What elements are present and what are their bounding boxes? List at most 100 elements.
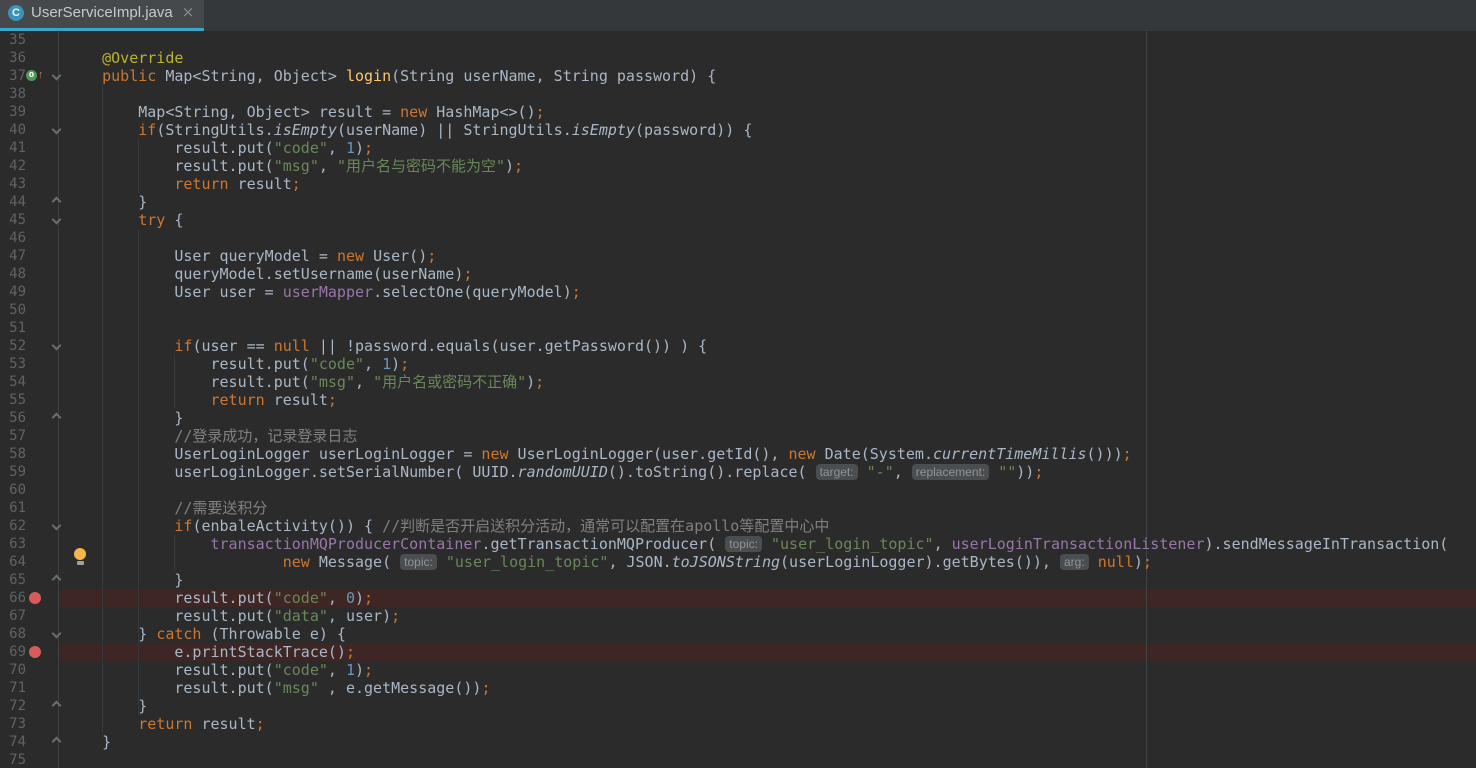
line-number[interactable]: 73 [0,715,26,733]
line-number[interactable]: 75 [0,751,26,768]
code-line[interactable]: if(enbaleActivity()) { //判断是否开启送积分活动，通常可… [66,517,829,535]
fold-end-icon[interactable] [51,574,62,585]
code-line[interactable]: transactionMQProducerContainer.getTransa… [66,535,1449,553]
line-number[interactable]: 41 [0,139,26,157]
tab-userserviceimpl-java[interactable]: C UserServiceImpl.java × [0,0,205,31]
line-number[interactable]: 42 [0,157,26,175]
line-number[interactable]: 44 [0,193,26,211]
code-line[interactable]: User user = userMapper.selectOne(queryMo… [66,283,580,301]
code-line[interactable]: userLoginLogger.setSerialNumber( UUID.ra… [66,463,1043,481]
code-token: result.put( [66,661,274,679]
line-number[interactable]: 67 [0,607,26,625]
line-number[interactable]: 45 [0,211,26,229]
line-number[interactable]: 63 [0,535,26,553]
line-number[interactable]: 68 [0,625,26,643]
line-number[interactable]: 53 [0,355,26,373]
code-line[interactable]: } [66,193,147,211]
code-token: new [400,103,437,121]
line-number[interactable]: 51 [0,319,26,337]
code-line[interactable]: public Map<String, Object> login(String … [66,67,716,85]
code-line[interactable]: try { [66,211,183,229]
line-number[interactable]: 38 [0,85,26,103]
breakpoint-icon[interactable] [29,592,41,604]
fold-expanded-icon[interactable] [51,124,62,135]
line-number[interactable]: 49 [0,283,26,301]
line-number[interactable]: 64 [0,553,26,571]
line-number[interactable]: 66 [0,589,26,607]
line-number[interactable]: 39 [0,103,26,121]
line-number[interactable]: 52 [0,337,26,355]
code-token: "msg" [309,373,355,391]
code-line[interactable]: result.put("data", user); [66,607,400,625]
fold-expanded-icon[interactable] [51,70,62,81]
code-line[interactable]: } catch (Throwable e) { [66,625,346,643]
code-line[interactable]: if(user == null || !password.equals(user… [66,337,707,355]
code-line[interactable]: return result; [66,391,337,409]
code-line[interactable]: result.put("code", 1); [66,661,373,679]
code-line[interactable]: new Message( topic: "user_login_topic", … [66,553,1152,571]
code-editor[interactable]: https://blog.csdn.net/prestigeding 3536 … [0,31,1476,768]
fold-expanded-icon[interactable] [51,628,62,639]
line-number[interactable]: 54 [0,373,26,391]
code-line[interactable]: return result; [66,175,300,193]
line-number[interactable]: 50 [0,301,26,319]
code-token: result.put( [66,589,274,607]
code-token: (user == [192,337,274,355]
code-line[interactable]: } [66,733,111,751]
line-number[interactable]: 35 [0,31,26,49]
code-line[interactable]: //登录成功，记录登录日志 [66,427,357,445]
code-line[interactable]: //需要送积分 [66,499,267,517]
code-line[interactable]: result.put("code", 0); [66,589,373,607]
line-number[interactable]: 37 [0,67,26,85]
fold-end-icon[interactable] [51,700,62,711]
code-line[interactable]: queryModel.setUsername(userName); [66,265,472,283]
code-line[interactable]: result.put("code", 1); [66,355,409,373]
line-number[interactable]: 46 [0,229,26,247]
line-number[interactable]: 56 [0,409,26,427]
line-number[interactable]: 59 [0,463,26,481]
line-number[interactable]: 74 [0,733,26,751]
override-method-icon[interactable]: o ↑ [26,70,44,82]
line-number[interactable]: 58 [0,445,26,463]
line-number[interactable]: 65 [0,571,26,589]
code-line[interactable]: if(StringUtils.isEmpty(userName) || Stri… [66,121,752,139]
fold-expanded-icon[interactable] [51,214,62,225]
line-number[interactable]: 70 [0,661,26,679]
code-line[interactable]: result.put("msg" , e.getMessage()); [66,679,490,697]
code-line[interactable]: result.put("msg", "用户名与密码不能为空"); [66,157,523,175]
line-number[interactable]: 72 [0,697,26,715]
code-line[interactable]: e.printStackTrace(); [66,643,355,661]
line-number[interactable]: 43 [0,175,26,193]
line-number[interactable]: 62 [0,517,26,535]
fold-expanded-icon[interactable] [51,520,62,531]
line-number[interactable]: 36 [0,49,26,67]
code-token: (userName) || StringUtils. [336,121,572,139]
line-number[interactable]: 57 [0,427,26,445]
line-number[interactable]: 47 [0,247,26,265]
code-line[interactable]: UserLoginLogger userLoginLogger = new Us… [66,445,1131,463]
line-number[interactable]: 55 [0,391,26,409]
code-line[interactable]: result.put("msg", "用户名或密码不正确"); [66,373,544,391]
code-line[interactable]: Map<String, Object> result = new HashMap… [66,103,544,121]
fold-end-icon[interactable] [51,736,62,747]
code-token: ) [526,373,536,391]
fold-end-icon[interactable] [51,196,62,207]
line-number[interactable]: 69 [0,643,26,661]
code-line[interactable]: } [66,571,183,589]
breakpoint-icon[interactable] [29,646,41,658]
code-line[interactable]: User queryModel = new User(); [66,247,436,265]
fold-expanded-icon[interactable] [51,340,62,351]
line-number[interactable]: 71 [0,679,26,697]
fold-end-icon[interactable] [51,412,62,423]
line-number[interactable]: 48 [0,265,26,283]
code-line[interactable]: } [66,697,147,715]
code-line[interactable]: @Override [66,49,183,67]
line-number[interactable]: 60 [0,481,26,499]
code-line[interactable]: result.put("code", 1); [66,139,373,157]
line-number[interactable]: 40 [0,121,26,139]
code-line[interactable]: } [66,409,183,427]
line-number[interactable]: 61 [0,499,26,517]
code-line[interactable]: return result; [66,715,264,733]
tab-close-icon[interactable]: × [182,5,195,20]
intention-bulb-icon[interactable] [74,548,87,566]
